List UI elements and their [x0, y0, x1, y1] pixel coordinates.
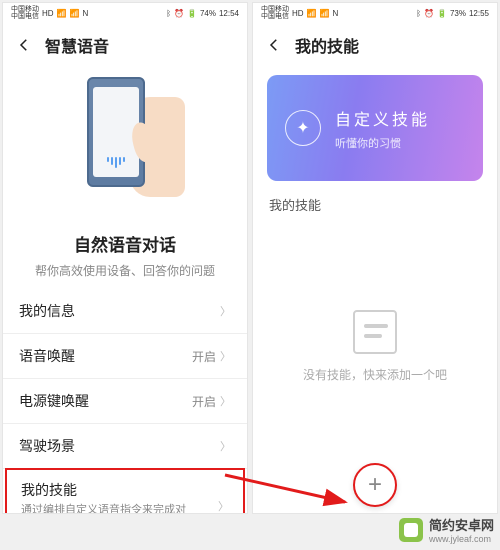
- battery-percent: 74%: [200, 9, 216, 18]
- wifi-icon: 📶: [70, 9, 80, 18]
- alarm-icon: ⏰: [174, 9, 184, 18]
- carrier-labels: 中国移动 中国电信: [261, 6, 289, 20]
- list-sublabel: 通过编排自定义语音指令来完成对应操作: [21, 503, 191, 514]
- headline: 自然语音对话: [3, 231, 247, 256]
- card-title: 自定义技能: [335, 106, 430, 130]
- list-value: 开启: [192, 393, 216, 410]
- hd-icon: HD: [42, 9, 54, 18]
- illustration: [3, 67, 247, 227]
- list-label: 我的技能: [21, 480, 191, 500]
- list-item-driving[interactable]: 驾驶场景 〉: [3, 424, 247, 469]
- battery-icon: 🔋: [437, 9, 447, 18]
- chevron-right-icon: 〉: [220, 348, 231, 364]
- add-skill-button[interactable]: +: [353, 463, 397, 507]
- list-item-my-info[interactable]: 我的信息 〉: [3, 289, 247, 334]
- app-header: 智慧语音: [3, 23, 247, 67]
- app-header: 我的技能: [253, 23, 497, 67]
- status-bar: 中国移动 中国电信 HD 📶 📶 N ᛒ ⏰ 🔋 74% 12:54: [3, 3, 247, 23]
- battery-percent: 73%: [450, 9, 466, 18]
- phone-right: 中国移动 中国电信 HD 📶 📶 N ᛒ ⏰ 🔋 73% 12:55 我的技能 …: [252, 2, 498, 514]
- back-icon[interactable]: [265, 36, 283, 54]
- empty-state: 没有技能，快来添加一个吧: [253, 310, 497, 383]
- signal-icon: 📶: [57, 9, 67, 18]
- page-title: 我的技能: [295, 33, 359, 57]
- voice-wave-icon: [107, 157, 125, 168]
- watermark: 简约安卓网 www.jyleaf.com: [399, 515, 494, 544]
- empty-text: 没有技能，快来添加一个吧: [303, 366, 447, 383]
- custom-skill-card[interactable]: ✦ 自定义技能 听懂你的习惯: [267, 75, 483, 181]
- list-item-power-wake[interactable]: 电源键唤醒 开启 〉: [3, 379, 247, 424]
- phone-left: 中国移动 中国电信 HD 📶 📶 N ᛒ ⏰ 🔋 74% 12:54 智慧语音: [2, 2, 248, 514]
- chevron-right-icon: 〉: [220, 438, 231, 454]
- clock: 12:55: [469, 9, 489, 18]
- watermark-url: www.jyleaf.com: [429, 534, 494, 544]
- subheadline: 帮你高效使用设备、回答你的问题: [3, 262, 247, 279]
- watermark-logo-icon: [399, 518, 423, 542]
- chevron-right-icon: 〉: [220, 393, 231, 409]
- document-icon: [353, 310, 397, 354]
- hd-icon: HD: [292, 9, 304, 18]
- wifi-icon: 📶: [320, 9, 330, 18]
- list-item-voice-wake[interactable]: 语音唤醒 开启 〉: [3, 334, 247, 379]
- clock: 12:54: [219, 9, 239, 18]
- list-label: 驾驶场景: [19, 436, 75, 456]
- alarm-icon: ⏰: [424, 9, 434, 18]
- status-bar: 中国移动 中国电信 HD 📶 📶 N ᛒ ⏰ 🔋 73% 12:55: [253, 3, 497, 23]
- carrier-labels: 中国移动 中国电信: [11, 6, 39, 20]
- bluetooth-icon: ᛒ: [166, 9, 171, 18]
- list-label: 我的信息: [19, 301, 75, 321]
- nfc-icon: N: [333, 9, 339, 18]
- battery-icon: 🔋: [187, 9, 197, 18]
- chevron-right-icon: 〉: [218, 498, 229, 514]
- list-label: 语音唤醒: [19, 346, 75, 366]
- list-label: 电源键唤醒: [19, 391, 89, 411]
- list-item-my-skills[interactable]: 我的技能 通过编排自定义语音指令来完成对应操作 〉: [5, 468, 245, 514]
- watermark-name: 简约安卓网: [429, 515, 494, 534]
- back-icon[interactable]: [15, 36, 33, 54]
- bluetooth-icon: ᛒ: [416, 9, 421, 18]
- page-title: 智慧语音: [45, 33, 109, 57]
- magic-wand-icon: ✦: [285, 110, 321, 146]
- list-value: 开启: [192, 348, 216, 365]
- section-title: 我的技能: [253, 189, 497, 220]
- nfc-icon: N: [83, 9, 89, 18]
- card-subtitle: 听懂你的习惯: [335, 135, 430, 151]
- signal-icon: 📶: [307, 9, 317, 18]
- chevron-right-icon: 〉: [220, 303, 231, 319]
